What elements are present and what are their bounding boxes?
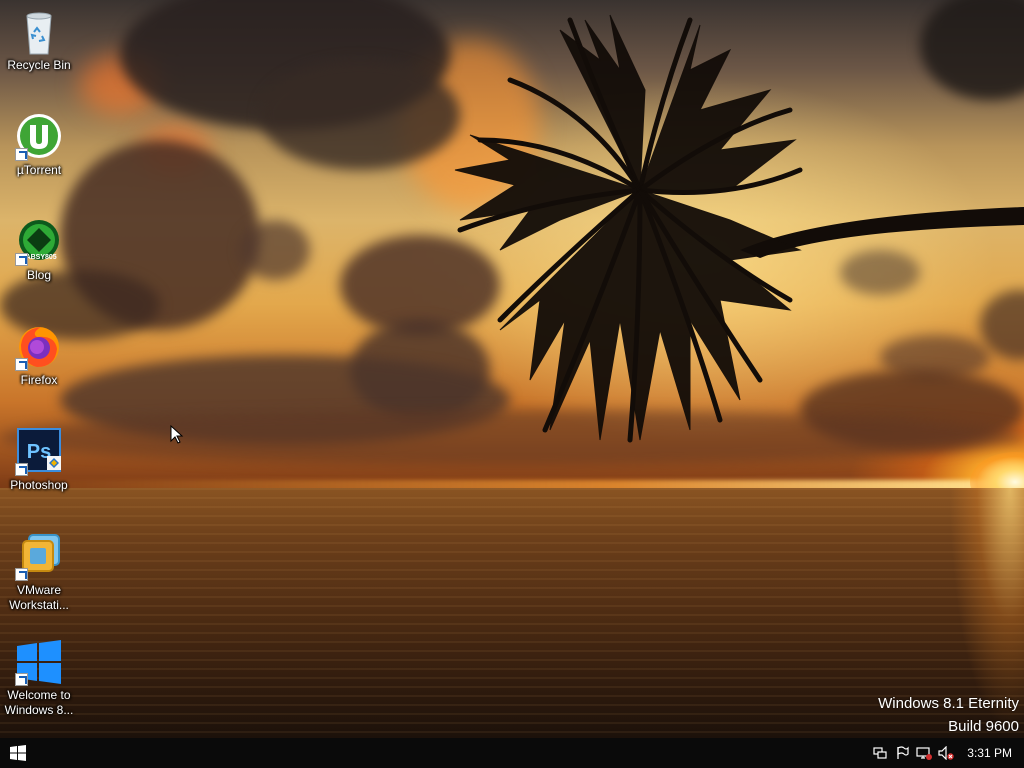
start-button[interactable] bbox=[0, 738, 36, 768]
taskbar-clock[interactable]: 3:31 PM bbox=[957, 746, 1024, 760]
vmware-icon bbox=[15, 533, 63, 581]
desktop-icon-vmware[interactable]: VMware Workstati... bbox=[1, 533, 77, 613]
action-center-icon[interactable] bbox=[869, 738, 891, 768]
recycle-bin-icon bbox=[15, 8, 63, 56]
shortcut-arrow-icon bbox=[15, 568, 28, 581]
desktop-wallpaper bbox=[0, 0, 1024, 738]
desktop-icon-photoshop[interactable]: Ps Photoshop bbox=[1, 428, 77, 493]
welcome-label: Welcome to Windows 8... bbox=[4, 688, 74, 717]
utorrent-label: µTorrent bbox=[16, 163, 62, 177]
vmware-label: VMware Workstati... bbox=[9, 583, 69, 612]
flag-icon[interactable] bbox=[891, 738, 913, 768]
shortcut-arrow-icon bbox=[15, 253, 28, 266]
utorrent-icon bbox=[15, 113, 63, 161]
shortcut-arrow-icon bbox=[15, 463, 28, 476]
shortcut-arrow-icon bbox=[15, 148, 28, 161]
windows-logo-icon bbox=[15, 638, 63, 686]
blog-label: Blog bbox=[26, 268, 52, 282]
blog-icon: LABSY805 bbox=[15, 218, 63, 266]
desktop-icon-firefox[interactable]: Firefox bbox=[1, 323, 77, 388]
desktop-icon-utorrent[interactable]: µTorrent bbox=[1, 113, 77, 178]
recycle-bin-label: Recycle Bin bbox=[7, 58, 71, 72]
watermark-build: Build 9600 bbox=[948, 718, 1019, 735]
desktop-icon-recycle-bin[interactable]: Recycle Bin bbox=[1, 8, 77, 73]
desktop-icon-welcome[interactable]: Welcome to Windows 8... bbox=[1, 638, 77, 718]
shortcut-arrow-icon bbox=[15, 358, 28, 371]
volume-muted-icon[interactable] bbox=[935, 738, 957, 768]
watermark-edition: Windows 8.1 Eternity bbox=[878, 695, 1019, 712]
palm-tree-silhouette bbox=[454, 14, 1024, 443]
mouse-cursor-icon bbox=[170, 425, 184, 444]
photoshop-label: Photoshop bbox=[10, 478, 68, 492]
system-tray: 3:31 PM bbox=[869, 738, 1024, 768]
shortcut-arrow-icon bbox=[15, 673, 28, 686]
firefox-label: Firefox bbox=[20, 373, 58, 387]
taskbar: 3:31 PM bbox=[0, 738, 1024, 768]
network-icon[interactable] bbox=[913, 738, 935, 768]
photoshop-icon: Ps bbox=[15, 428, 63, 476]
os-watermark: Windows 8.1 Eternity Build 9600 bbox=[878, 692, 1019, 738]
windows-logo-icon bbox=[10, 745, 26, 761]
desktop-icon-blog[interactable]: LABSY805 Blog bbox=[1, 218, 77, 283]
firefox-icon bbox=[15, 323, 63, 371]
